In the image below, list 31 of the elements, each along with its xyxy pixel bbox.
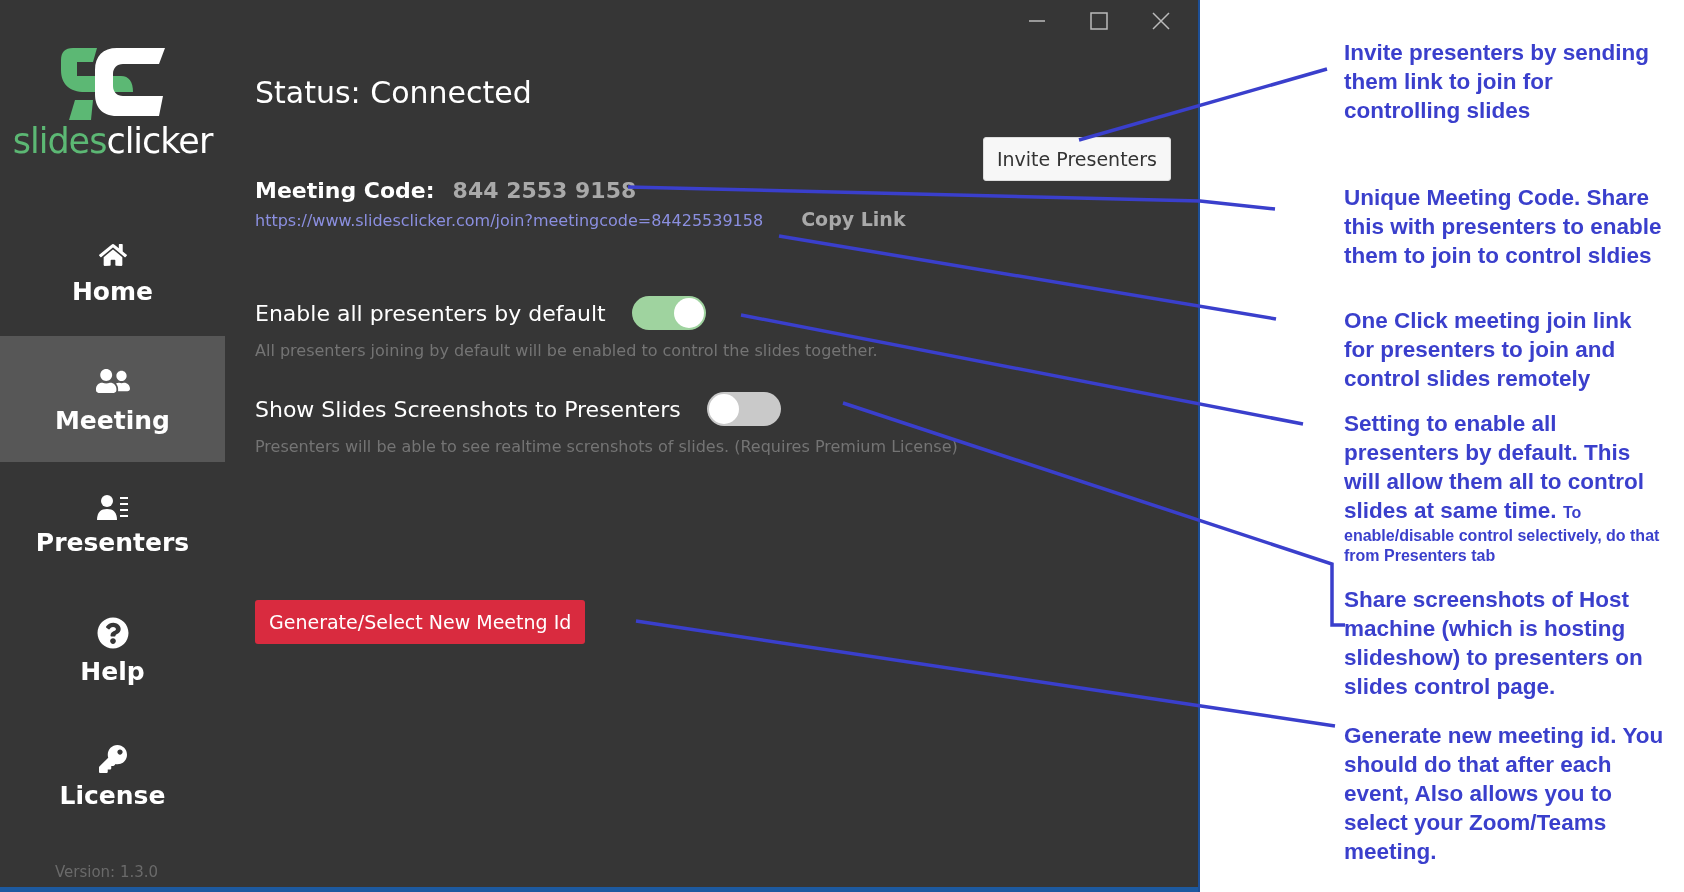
generate-meeting-id-button[interactable]: Generate/Select New Meetng Id	[255, 600, 586, 644]
toggle-switch[interactable]	[631, 296, 706, 330]
setting-label: Show Slides Screenshots to Presenters	[255, 396, 681, 422]
join-link[interactable]: https://www.slidesclicker.com/join?meetingcode=84425539158	[255, 211, 764, 231]
annotation-text: Generate new meeting id. You should do that after each event, Also allows you to select your Zoom/Teams meeting.	[1344, 722, 1665, 866]
annotation-text: Unique Meeting Code. Share this with presenters to enable them to join to control sldies	[1344, 184, 1663, 270]
person-list-icon	[96, 493, 129, 520]
annotation-text: One Click meeting join link for presenters to join and control slides remotely	[1344, 307, 1633, 393]
nav-item[interactable]: Home	[0, 210, 225, 336]
nav-item[interactable]: License	[0, 714, 225, 840]
annotation-text: Setting to enable all presenters by default. This will allow them all to control slides at same time. To enable/disable control selectively, do that from Presenters tab	[1344, 410, 1661, 565]
close-icon[interactable]	[1152, 12, 1170, 30]
annotation-text: Invite presenters by sending them link to join for controlling slides	[1344, 39, 1651, 125]
setting-label: Enable all presenters by default	[255, 300, 606, 326]
meeting-code-label: Meeting Code:	[255, 177, 435, 205]
nav-item[interactable]: Help	[0, 588, 225, 714]
annotation-text: Share screenshots of Host machine (which is hosting slideshow) to presenters on slides control page.	[1344, 586, 1644, 701]
invite-presenters-button[interactable]: Invite Presenters	[982, 137, 1171, 181]
setting-description: Presenters will be able to see realtime screnshots of slides. (Requires Premium License)	[255, 437, 959, 457]
toggle-switch[interactable]	[706, 392, 781, 426]
nav-item[interactable]: Presenters	[0, 462, 225, 588]
connection-status: Status: Connected	[255, 75, 533, 110]
help-icon	[96, 616, 129, 649]
copy-link[interactable]: Copy Link	[801, 209, 906, 229]
meeting-code-value: 844 2553 9158	[452, 177, 637, 205]
maximize-icon[interactable]	[1090, 12, 1108, 30]
logo-icon	[60, 48, 165, 120]
logo-wordmark: slidesclicker	[12, 124, 213, 159]
key-icon	[98, 744, 127, 773]
nav-item[interactable]: Meeting	[0, 336, 225, 462]
setting-description: All presenters joining by default will be enabled to control the slides together.	[255, 341, 879, 361]
